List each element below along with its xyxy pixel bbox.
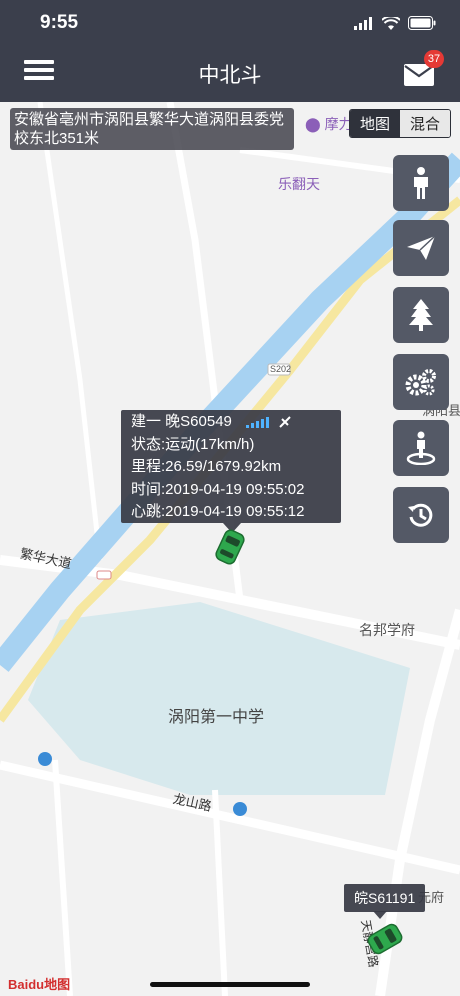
signal-icon	[354, 16, 372, 30]
popup-pointer	[373, 911, 387, 919]
nav-bar: 中北斗 37	[0, 44, 460, 102]
shield-label: S202	[270, 364, 292, 374]
vehicle-plate-row: 建一 晚S60549	[131, 411, 341, 434]
signal-strength-icon	[246, 417, 270, 429]
satellite-icon	[279, 416, 291, 428]
person-button[interactable]	[393, 155, 449, 211]
battery-icon	[408, 16, 436, 30]
tree-button[interactable]	[393, 287, 449, 343]
status-bar: 9:55	[0, 0, 460, 44]
history-button[interactable]	[393, 487, 449, 543]
location-person-button[interactable]	[393, 420, 449, 476]
gears-icon	[405, 369, 436, 396]
vehicle-mileage: 里程:26.59/1679.92km	[131, 458, 282, 475]
send-icon	[407, 235, 436, 260]
poi-label[interactable]: 乐翻天	[278, 174, 320, 194]
address-label: 安徽省亳州市涡阳县繁华大道涡阳县委党校东北351米	[10, 108, 294, 150]
location-person-icon	[406, 431, 436, 465]
tree-icon	[409, 299, 433, 331]
status-time: 9:55	[40, 12, 79, 33]
baidu-map-logo: Baidu地图	[8, 977, 71, 992]
mail-badge: 37	[424, 50, 444, 68]
poi-icon: ⬤	[305, 116, 321, 132]
bus-stop-icon[interactable]	[233, 802, 247, 816]
map-type-map-button[interactable]: 地图	[350, 110, 401, 137]
vehicle-info-popup[interactable]: 建一 晚S60549 状态:运动(17km/h) 里程:26.59/1679.9…	[121, 410, 341, 523]
poi-label[interactable]: 名邦学府	[359, 620, 415, 640]
vehicle2-plate-label[interactable]: 皖S61191	[344, 884, 426, 912]
vehicle-time: 时间:2019-04-19 09:55:02	[131, 480, 305, 498]
map-type-hybrid-button[interactable]: 混合	[400, 110, 451, 137]
vehicle-heartbeat: 心跳:2019-04-19 09:55:12	[131, 503, 305, 520]
map-type-toggle[interactable]: 地图 混合	[349, 109, 452, 138]
person-icon	[414, 167, 428, 199]
vehicle-status: 状态:运动(17km/h)	[131, 435, 255, 453]
settings-button[interactable]	[393, 354, 449, 410]
school-label[interactable]: 涡阳第一中学	[168, 703, 264, 727]
status-icons	[354, 16, 436, 30]
wifi-icon	[382, 16, 400, 30]
page-title: 中北斗	[198, 64, 262, 87]
bus-stop-icon[interactable]	[38, 752, 52, 766]
home-indicator[interactable]	[150, 982, 310, 987]
send-button[interactable]	[393, 220, 449, 276]
school-area	[28, 602, 410, 795]
vehicle-plate: 建一 晚S60549	[131, 413, 232, 430]
history-icon	[408, 503, 433, 527]
